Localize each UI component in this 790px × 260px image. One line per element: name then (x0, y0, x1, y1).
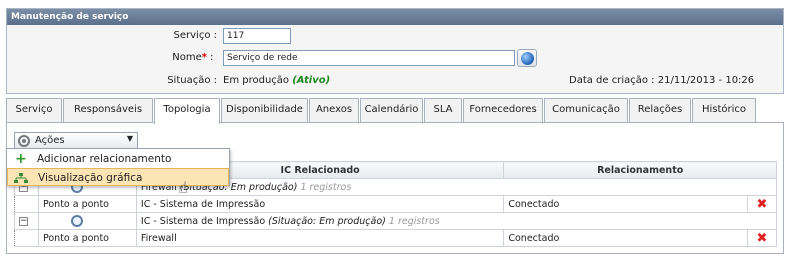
actions-menu: + Adicionar relacionamento Visualização … (6, 148, 230, 186)
table-row: Ponto a ponto IC - Sistema de Impressão … (14, 195, 778, 213)
hand-cursor-icon: ☝ (178, 178, 188, 197)
tab-comunicacao[interactable]: Comunicação (544, 98, 628, 122)
row-rel: Conectado (503, 229, 748, 247)
plus-icon: + (15, 151, 27, 167)
group-label: IC - Sistema de Impressão (Situação: Em … (135, 212, 778, 230)
topology-content: Ações ▼ IC Relacionado Relacionamento − … (6, 122, 784, 254)
tab-disponibilidade[interactable]: Disponibilidade (221, 98, 308, 122)
table-row: − IC - Sistema de Impressão (Situação: E… (14, 212, 778, 230)
nome-label: Nome* (172, 52, 207, 63)
required-marker: * (201, 52, 207, 63)
servico-input[interactable]: 117 (223, 28, 291, 44)
table-row: Ponto a ponto Firewall Conectado ✖ (14, 229, 778, 247)
active-status: (Ativo) (292, 75, 331, 86)
situacao-label: Situação : (167, 75, 217, 86)
nome-colon: : (210, 52, 214, 63)
gear-icon (18, 135, 30, 147)
tab-topologia[interactable]: Topologia (154, 98, 220, 124)
tab-relacoes[interactable]: Relações (629, 98, 691, 122)
situacao-value: Em produção (Ativo) (223, 75, 331, 86)
magnifier-icon[interactable] (70, 215, 83, 227)
actions-label: Ações (35, 135, 65, 146)
row-kind: Ponto a ponto (37, 229, 137, 247)
delete-icon[interactable]: ✖ (746, 195, 778, 213)
service-panel: Manutenção de serviço Serviço : 117 Nome… (6, 8, 784, 94)
tab-servico[interactable]: Serviço (6, 98, 62, 122)
nome-input[interactable]: Serviço de rede (223, 50, 515, 66)
chevron-down-icon: ▼ (126, 134, 133, 143)
tab-fornecedores[interactable]: Fornecedores (463, 98, 543, 122)
menu-item-graph-view[interactable]: Visualização gráfica (7, 168, 229, 186)
menu-item-add-relation[interactable]: + Adicionar relacionamento (7, 150, 229, 168)
row-ic: Firewall (135, 229, 505, 247)
globe-icon (521, 52, 534, 65)
tab-responsaveis[interactable]: Responsáveis (63, 98, 153, 122)
row-rel: Conectado (503, 195, 748, 213)
graph-icon (14, 173, 28, 183)
expand-icon[interactable]: − (19, 216, 28, 226)
tab-sla[interactable]: SLA (424, 98, 462, 122)
tab-anexos[interactable]: Anexos (309, 98, 359, 122)
servico-label: Serviço : (173, 30, 217, 41)
row-ic: IC - Sistema de Impressão (135, 195, 505, 213)
tab-calendario[interactable]: Calendário (360, 98, 423, 122)
header-relacionamento: Relacionamento (503, 161, 777, 179)
tab-historico[interactable]: Histórico (692, 98, 756, 122)
panel-title: Manutenção de serviço (7, 9, 783, 25)
lookup-button[interactable] (517, 49, 537, 67)
created-date: Data de criação : 21/11/2013 - 10:26 (569, 75, 755, 86)
delete-icon[interactable]: ✖ (746, 229, 778, 247)
group-label: Firewall (Situação: Em produção) 1 regis… (135, 178, 778, 196)
row-kind: Ponto a ponto (37, 195, 137, 213)
